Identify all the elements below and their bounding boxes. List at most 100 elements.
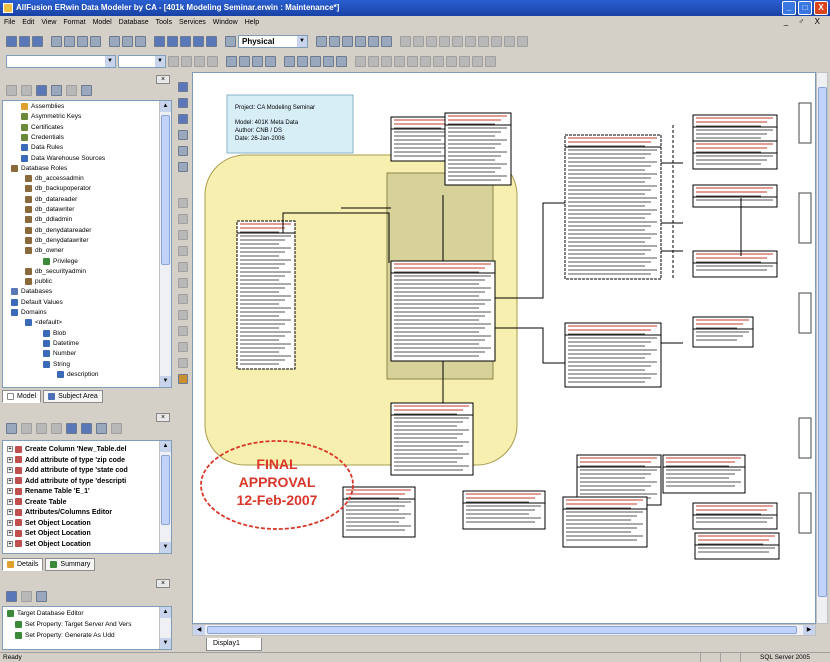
find-tree-icon[interactable] <box>81 84 92 96</box>
menu-view[interactable]: View <box>41 19 56 26</box>
menu-tools[interactable]: Tools <box>156 19 172 26</box>
entity-table[interactable] <box>342 486 416 538</box>
shape-4-icon[interactable] <box>178 246 188 256</box>
tree-item[interactable]: Default Values <box>11 298 63 307</box>
zoom-in-icon[interactable] <box>154 35 165 47</box>
commit-icon[interactable] <box>21 590 32 602</box>
transaction-scrollbar[interactable]: ▲ ▼ <box>159 607 171 649</box>
menu-format[interactable]: Format <box>63 19 85 26</box>
zoom-out-icon[interactable] <box>167 35 178 47</box>
log-options-icon[interactable] <box>111 422 122 434</box>
transform-7-icon[interactable] <box>433 55 444 67</box>
scroll-thumb[interactable] <box>161 455 170 525</box>
tab-display1[interactable]: Display1 <box>206 638 262 651</box>
view-rel-icon[interactable] <box>178 162 188 172</box>
scroll-thumb[interactable] <box>818 87 827 597</box>
scroll-down-icon[interactable]: ▼ <box>160 638 171 649</box>
tree-item[interactable]: Data Rules <box>21 144 63 152</box>
transaction-item[interactable]: Set Property: Generate As Udd <box>15 632 115 639</box>
shape-1-icon[interactable] <box>178 198 188 208</box>
transform-6-icon[interactable] <box>420 55 431 67</box>
tree-item[interactable]: Data Warehouse Sources <box>21 154 105 163</box>
align-center-icon[interactable] <box>413 35 424 47</box>
menu-services[interactable]: Services <box>179 19 206 26</box>
space-horizontal-icon[interactable] <box>478 35 489 47</box>
scroll-down-icon[interactable]: ▼ <box>160 376 171 387</box>
tab-model[interactable]: Model <box>2 390 42 403</box>
expand-icon[interactable]: + <box>7 446 13 453</box>
panel-close-button[interactable]: × <box>156 579 170 588</box>
entity-table[interactable] <box>692 502 778 530</box>
tree-item[interactable]: <default> <box>25 319 62 327</box>
new-icon[interactable] <box>6 35 17 47</box>
zoom-fit-icon[interactable] <box>180 35 191 47</box>
tree-item[interactable]: db_datawriter <box>25 206 74 214</box>
target-icon[interactable] <box>310 55 321 67</box>
log-clear-icon[interactable] <box>96 422 107 434</box>
entity-table[interactable] <box>694 532 780 560</box>
pointer-icon[interactable] <box>178 82 188 92</box>
collapse-all-icon[interactable] <box>21 84 32 96</box>
identifying-rel-icon[interactable] <box>178 130 188 140</box>
view-mode-select[interactable]: Physical ▼ <box>238 34 308 48</box>
action-log-item[interactable]: + Rename Table 'E_1' <box>7 487 90 496</box>
nav-icon[interactable] <box>323 55 334 67</box>
entity-tool-icon[interactable] <box>329 35 340 47</box>
action-log-item[interactable]: + Add attribute of type 'descripti <box>7 477 126 486</box>
expand-all-icon[interactable] <box>6 84 17 96</box>
align-right-icon[interactable] <box>426 35 437 47</box>
action-log-item[interactable]: + Set Object Location <box>7 540 91 549</box>
expand-icon[interactable]: + <box>7 540 13 547</box>
entity-table[interactable] <box>390 260 496 362</box>
model-explorer-icon[interactable] <box>284 55 295 67</box>
menu-model[interactable]: Model <box>93 19 112 26</box>
canvas-vertical-scrollbar[interactable] <box>816 72 828 624</box>
maximize-button[interactable]: □ <box>798 1 812 15</box>
expand-icon[interactable]: + <box>7 498 13 505</box>
align-middle-icon[interactable] <box>452 35 463 47</box>
tree-item[interactable]: db_owner <box>25 247 64 255</box>
transform-5-icon[interactable] <box>407 55 418 67</box>
scroll-left-icon[interactable]: ◀ <box>193 625 205 635</box>
complete-compare-icon[interactable] <box>135 35 146 47</box>
many-to-many-icon[interactable] <box>381 35 392 47</box>
begin-transaction-icon[interactable] <box>6 590 17 602</box>
tree-item[interactable]: Blob <box>43 329 66 338</box>
action-log-item[interactable]: + Set Object Location <box>7 529 91 538</box>
action-log-item[interactable]: + Create Table <box>7 498 67 507</box>
strikeout-icon[interactable] <box>207 55 218 67</box>
shape-8-icon[interactable] <box>178 310 188 320</box>
menu-edit[interactable]: Edit <box>22 19 34 26</box>
scroll-up-icon[interactable]: ▲ <box>160 607 171 618</box>
bold-icon[interactable] <box>168 55 179 67</box>
entity-table[interactable] <box>462 490 546 530</box>
font-size-select[interactable]: ▼ <box>118 54 166 68</box>
tree-item[interactable]: db_denydatawriter <box>25 236 88 245</box>
action-log-item[interactable]: + Add attribute of type 'zip code <box>7 456 125 465</box>
action-log-item[interactable]: + Add attribute of type 'state cod <box>7 466 128 475</box>
menu-file[interactable]: File <box>4 19 15 26</box>
tab-subject-area[interactable]: Subject Area <box>43 390 103 403</box>
tree-item[interactable]: Number <box>43 350 76 358</box>
expand-icon[interactable]: + <box>7 488 13 495</box>
open-icon[interactable] <box>19 35 30 47</box>
align-left-icon[interactable] <box>400 35 411 47</box>
transaction-item[interactable]: Target Database Editor <box>7 610 83 617</box>
action-log-scrollbar[interactable]: ▲ ▼ <box>159 441 171 553</box>
tree-item[interactable]: Databases <box>11 288 52 296</box>
layout-icon[interactable] <box>517 35 528 47</box>
tree-item[interactable]: Database Roles <box>11 164 67 173</box>
display-level-icon[interactable] <box>225 35 236 47</box>
close-button[interactable]: X <box>814 1 828 15</box>
relationship-tool-icon[interactable] <box>355 35 366 47</box>
minimize-button[interactable]: _ <box>782 1 796 15</box>
scroll-thumb[interactable] <box>161 115 170 265</box>
log-sort-icon[interactable] <box>66 422 77 434</box>
tree-item[interactable]: public <box>25 278 52 286</box>
entity-table[interactable] <box>692 140 778 170</box>
align-bottom-icon[interactable] <box>465 35 476 47</box>
log-find-icon[interactable] <box>51 422 62 434</box>
shape-11-icon[interactable] <box>178 358 188 368</box>
scroll-up-icon[interactable]: ▲ <box>160 441 171 452</box>
shape-7-icon[interactable] <box>178 294 188 304</box>
